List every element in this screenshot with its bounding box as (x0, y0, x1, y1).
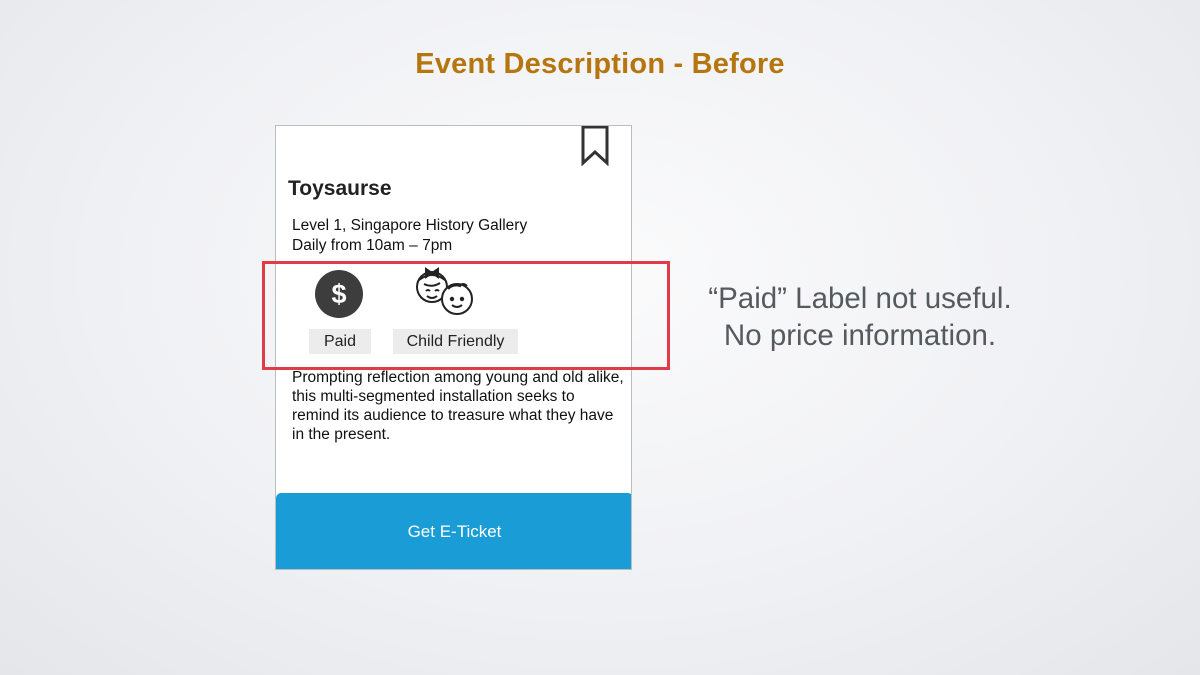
event-info: Level 1, Singapore History Gallery Daily… (292, 216, 527, 255)
event-location: Level 1, Singapore History Gallery (292, 217, 528, 234)
get-eticket-button[interactable]: Get E-Ticket (276, 493, 631, 569)
event-title: Toysaurse (288, 177, 392, 200)
bookmark-icon[interactable] (579, 126, 611, 166)
annotation-line-2: No price information. (723, 319, 997, 352)
slide-title: Event Description - Before (415, 48, 785, 80)
annotation-line-1: “Paid” Label not useful. (708, 282, 1012, 315)
highlight-box (262, 261, 670, 370)
annotation-text: “Paid” Label not useful. No price inform… (680, 280, 1040, 354)
event-hours: Daily from 10am – 7pm (292, 236, 453, 254)
event-description: Prompting reflection among young and old… (292, 369, 624, 443)
